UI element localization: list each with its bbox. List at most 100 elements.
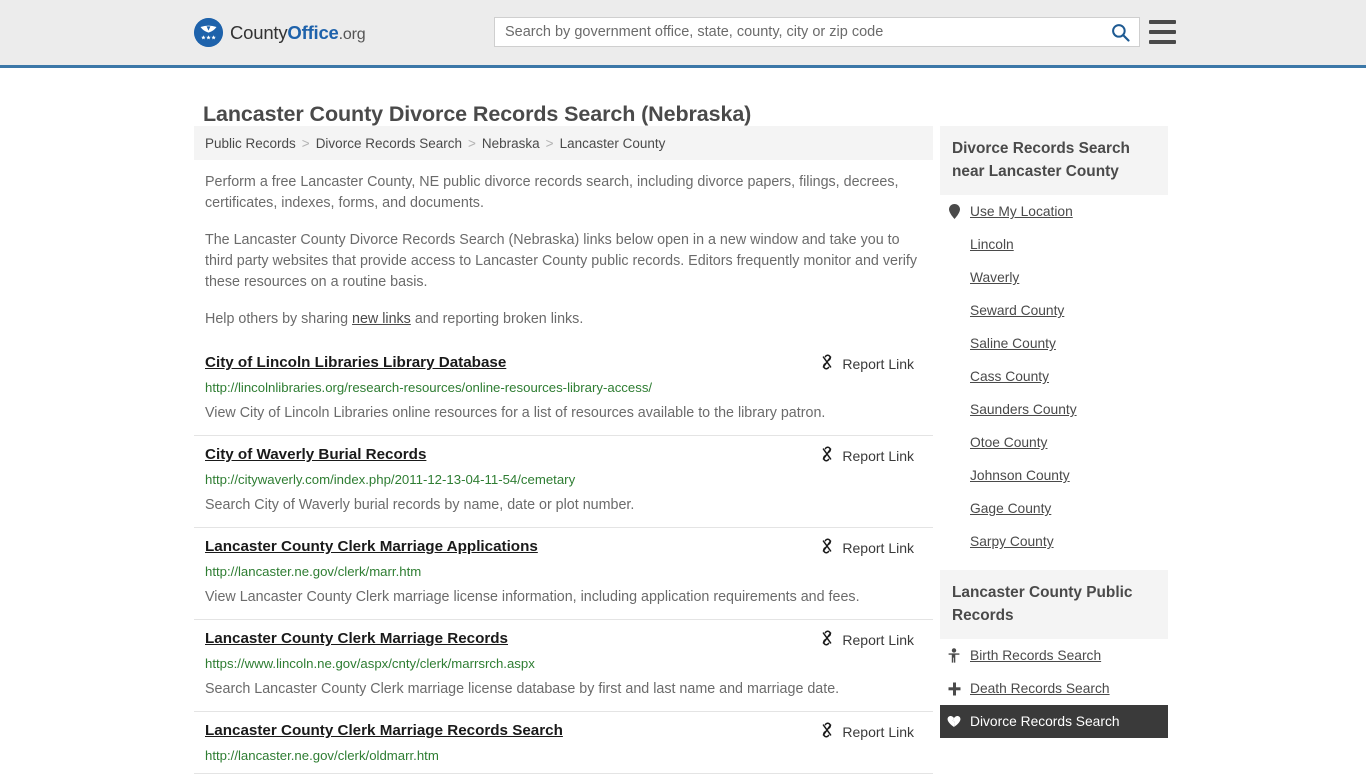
search-button[interactable]	[1101, 18, 1139, 46]
sidebar-item-death-records-search[interactable]: Death Records Search	[940, 672, 1168, 705]
result-url-link[interactable]: http://lancaster.ne.gov/clerk/marr.htm	[205, 563, 922, 580]
result-title-link[interactable]: Lancaster County Clerk Marriage Records …	[205, 721, 563, 741]
result-header-row: City of Lincoln Libraries Library Databa…	[205, 353, 922, 373]
sidebar-item-waverly[interactable]: Waverly	[940, 261, 1168, 294]
search-input[interactable]	[495, 18, 1101, 46]
baby-icon	[947, 648, 961, 663]
broken-link-icon	[823, 538, 832, 554]
sidebar-item-label[interactable]: Saunders County	[970, 402, 1077, 417]
intro-3-text-before: Help others by sharing	[205, 311, 353, 327]
broken-link-icon	[823, 630, 832, 646]
sidebar-item-label[interactable]: Lincoln	[970, 237, 1014, 252]
result-url-link[interactable]: https://www.lincoln.ne.gov/aspx/cnty/cle…	[205, 655, 922, 672]
result-header-row: Lancaster County Clerk Marriage Records …	[205, 721, 922, 741]
breadcrumb-item-divorce-records-search[interactable]: Divorce Records Search	[316, 136, 462, 151]
sidebar-card-nearby: Divorce Records Search near Lancaster Co…	[940, 126, 1168, 558]
sidebar-heading-public-records: Lancaster County Public Records	[940, 570, 1168, 639]
sidebar-item-use-my-location[interactable]: Use My Location	[940, 195, 1168, 228]
brand-part-county: County	[230, 21, 288, 43]
result-header-row: Lancaster County Clerk Marriage Records R…	[205, 629, 922, 649]
result-url-link[interactable]: http://citywaverly.com/index.php/2011-12…	[205, 471, 922, 488]
report-link-label: Report Link	[842, 355, 914, 372]
sidebar-item-sarpy-county[interactable]: Sarpy County	[940, 525, 1168, 558]
results-list: City of Lincoln Libraries Library Databa…	[194, 344, 933, 774]
broken-heart-icon	[947, 715, 961, 728]
report-link-button[interactable]: Report Link	[819, 446, 922, 465]
result-header-row: City of Waverly Burial Records Report Lin…	[205, 445, 922, 465]
sidebar-item-saunders-county[interactable]: Saunders County	[940, 393, 1168, 426]
breadcrumb-item-nebraska[interactable]: Nebraska	[482, 136, 540, 151]
sidebar-item-cass-county[interactable]: Cass County	[940, 360, 1168, 393]
site-logo-link[interactable]: CountyOffice.org	[194, 18, 366, 47]
sidebar-item-label[interactable]: Sarpy County	[970, 534, 1054, 549]
result-title-link[interactable]: Lancaster County Clerk Marriage Records	[205, 629, 508, 649]
sidebar-item-birth-records-search[interactable]: Birth Records Search	[940, 639, 1168, 672]
result-title-link[interactable]: City of Lincoln Libraries Library Databa…	[205, 353, 506, 373]
hamburger-menu-icon-bar-2	[1149, 30, 1176, 34]
sidebar-item-lincoln[interactable]: Lincoln	[940, 228, 1168, 261]
result-item: Lancaster County Clerk Marriage Applicat…	[194, 528, 933, 620]
hamburger-menu-button[interactable]	[1149, 20, 1176, 44]
sidebar-public-records-list: Birth Records Search Death Records Search…	[940, 639, 1168, 738]
report-link-button[interactable]: Report Link	[819, 630, 922, 649]
result-title-link[interactable]: Lancaster County Clerk Marriage Applicat…	[205, 537, 538, 557]
intro-3-text-after: and reporting broken links.	[410, 311, 584, 327]
result-title-link[interactable]: City of Waverly Burial Records	[205, 445, 426, 465]
sidebar-item-label[interactable]: Use My Location	[970, 204, 1073, 219]
sidebar-item-label[interactable]: Seward County	[970, 303, 1064, 318]
sidebar-item-divorce-records-search[interactable]: Divorce Records Search	[940, 705, 1168, 738]
sidebar-item-label[interactable]: Death Records Search	[970, 681, 1110, 696]
sidebar-item-label[interactable]: Johnson County	[970, 468, 1070, 483]
sidebar-item-saline-county[interactable]: Saline County	[940, 327, 1168, 360]
breadcrumb-item-public-records[interactable]: Public Records	[205, 136, 296, 151]
sidebar-card-public-records: Lancaster County Public Records Birth Re…	[940, 570, 1168, 738]
result-item: City of Waverly Burial Records Report Lin…	[194, 436, 933, 528]
broken-link-icon	[823, 354, 832, 370]
sidebar-item-label[interactable]: Saline County	[970, 336, 1056, 351]
result-description: View City of Lincoln Libraries online re…	[205, 405, 826, 421]
map-pin-icon	[947, 204, 961, 219]
sidebar-item-label[interactable]: Gage County	[970, 501, 1051, 516]
broken-link-icon-wrap	[819, 446, 835, 465]
result-description: Search City of Waverly burial records by…	[205, 497, 635, 513]
brand-part-office: Office	[287, 21, 339, 43]
cross-icon	[947, 682, 961, 696]
result-url-link[interactable]: http://lincolnlibraries.org/research-res…	[205, 379, 922, 396]
sidebar-nearby-list: Use My Location Lincoln Waverly Seward Coun…	[940, 195, 1168, 558]
hamburger-menu-icon-bar-3	[1149, 40, 1176, 44]
sidebar-heading-nearby: Divorce Records Search near Lancaster Co…	[940, 126, 1168, 195]
breadcrumb-separator: >	[545, 135, 554, 151]
result-item: Lancaster County Clerk Marriage Records R…	[194, 620, 933, 712]
site-header: CountyOffice.org	[0, 0, 1366, 65]
sidebar-item-label[interactable]: Waverly	[970, 270, 1019, 285]
sidebar-item-label[interactable]: Birth Records Search	[970, 648, 1101, 663]
report-link-button[interactable]: Report Link	[819, 722, 922, 741]
new-links-link[interactable]: new links	[352, 311, 411, 327]
intro-paragraph-2: The Lancaster County Divorce Records Sea…	[205, 232, 918, 290]
sidebar-item-otoe-county[interactable]: Otoe County	[940, 426, 1168, 459]
intro-paragraph-1: Perform a free Lancaster County, NE publ…	[205, 174, 899, 211]
sidebar-item-label[interactable]: Otoe County	[970, 435, 1047, 450]
report-link-label: Report Link	[842, 539, 914, 556]
report-link-button[interactable]: Report Link	[819, 538, 922, 557]
breadcrumb-separator: >	[301, 135, 310, 151]
sidebar-item-johnson-county[interactable]: Johnson County	[940, 459, 1168, 492]
breadcrumb-item-lancaster-county: Lancaster County	[559, 135, 666, 151]
sidebar-item-gage-county[interactable]: Gage County	[940, 492, 1168, 525]
result-description: Search Lancaster County Clerk marriage l…	[205, 681, 840, 697]
result-url-link[interactable]: http://lancaster.ne.gov/clerk/oldmarr.ht…	[205, 747, 922, 764]
sidebar: Divorce Records Search near Lancaster Co…	[940, 126, 1168, 750]
broken-link-icon	[823, 446, 832, 462]
result-item: City of Lincoln Libraries Library Databa…	[194, 344, 933, 436]
sidebar-item-label[interactable]: Cass County	[970, 369, 1049, 384]
report-link-label: Report Link	[842, 631, 914, 648]
broken-link-icon-wrap	[819, 722, 835, 741]
intro-paragraph-3: Help others by sharing new links and rep…	[194, 309, 922, 330]
sidebar-item-label[interactable]: Divorce Records Search	[970, 714, 1120, 729]
report-link-button[interactable]: Report Link	[819, 354, 922, 373]
brand-wordmark: CountyOffice.org	[230, 21, 366, 44]
cross-icon	[948, 682, 960, 695]
breadcrumb-separator: >	[468, 135, 476, 151]
report-link-label: Report Link	[842, 723, 914, 740]
sidebar-item-seward-county[interactable]: Seward County	[940, 294, 1168, 327]
